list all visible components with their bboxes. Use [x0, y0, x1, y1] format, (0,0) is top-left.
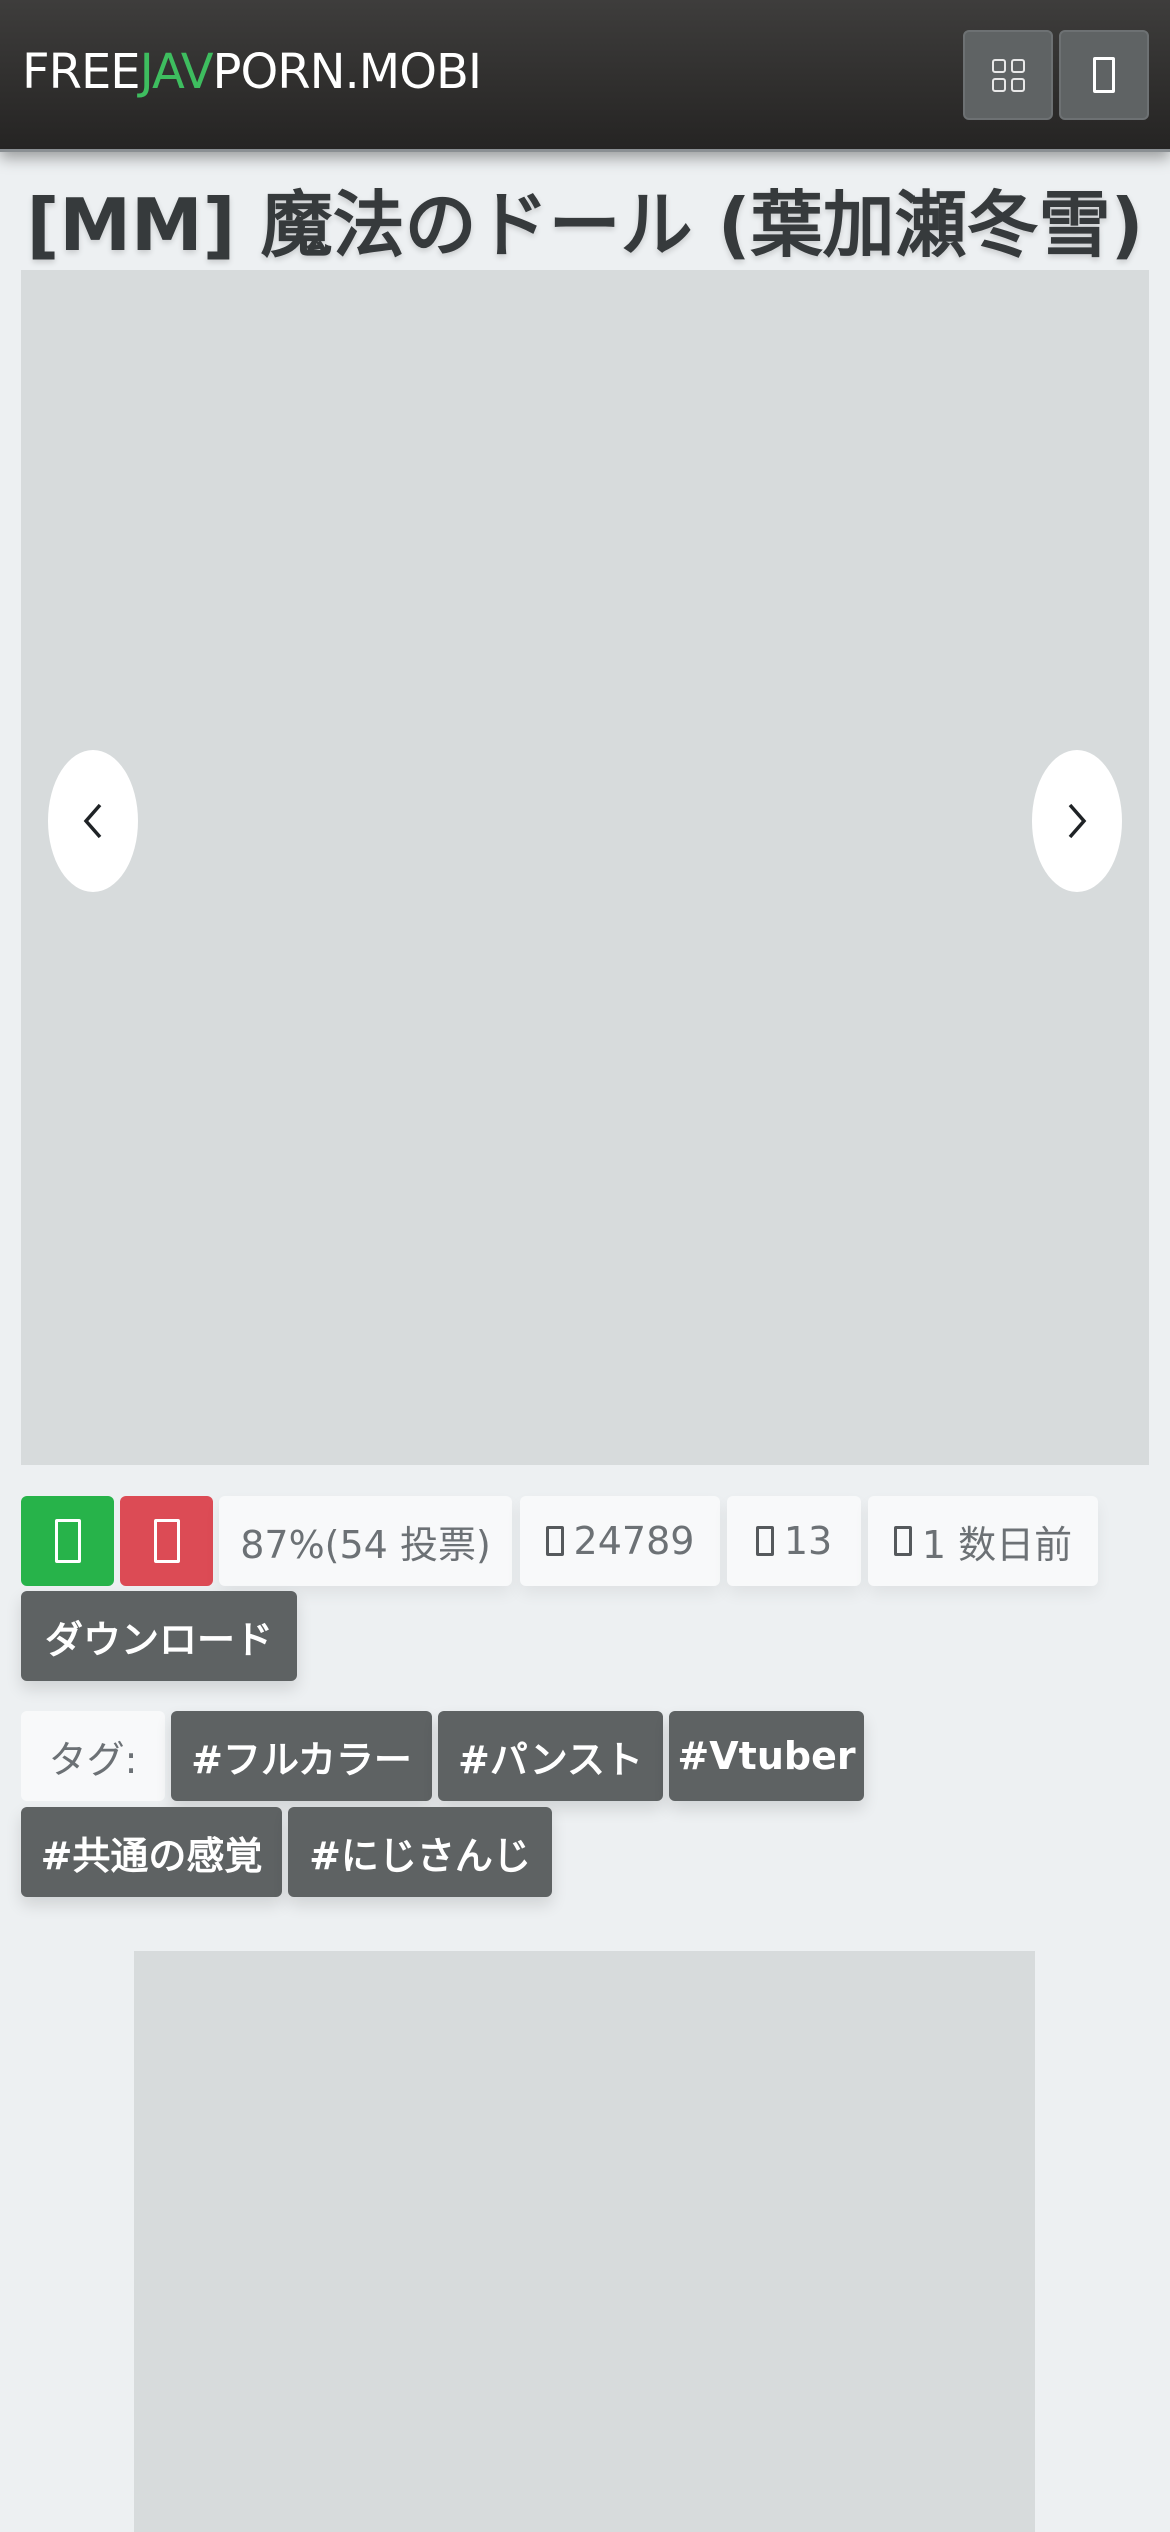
image-icon [755, 1526, 774, 1556]
image-slider[interactable] [21, 270, 1149, 1465]
grid-menu-button[interactable] [963, 30, 1053, 120]
views-count: 24789 [573, 1519, 695, 1563]
dislike-button[interactable] [120, 1496, 213, 1586]
download-button[interactable]: ダウンロード [21, 1591, 297, 1681]
page-title: [MM] 魔法のドール (葉加瀬冬雪) [26, 183, 1144, 267]
date-badge: 1 数日前 [868, 1496, 1098, 1586]
like-button[interactable] [21, 1496, 114, 1586]
logo-text-porn-mobi: PORN.MOBI [212, 44, 483, 100]
chevron-left-icon [83, 803, 102, 839]
logo-text-jav: JAV [139, 44, 214, 100]
tag-full-color[interactable]: #フルカラー [171, 1711, 432, 1801]
logo-text-free: FREE [22, 44, 141, 100]
grid-icon [991, 58, 1025, 92]
tag-nijisanji[interactable]: #にじさんじ [288, 1807, 552, 1897]
tags-label: タグ: [21, 1711, 165, 1801]
site-header: FREEJAVPORN.MOBI [0, 0, 1170, 152]
tag-pantyhose[interactable]: #パンスト [438, 1711, 663, 1801]
pages-count: 13 [783, 1519, 833, 1563]
eye-icon [545, 1526, 564, 1556]
square-icon [1093, 57, 1115, 93]
tag-shared-sense[interactable]: #共通の感覚 [21, 1807, 282, 1897]
slider-next-button[interactable] [1032, 750, 1122, 892]
rating-badge: 87%(54 投票) [219, 1496, 512, 1586]
views-badge: 24789 [520, 1496, 720, 1586]
chevron-right-icon [1068, 803, 1087, 839]
content-image-placeholder [134, 1951, 1035, 2532]
thumbs-up-icon [54, 1519, 81, 1563]
clock-icon [893, 1526, 912, 1556]
site-logo[interactable]: FREEJAVPORN.MOBI [22, 42, 483, 102]
thumbs-down-icon [153, 1519, 180, 1563]
rating-text: 87%(54 投票) [240, 1522, 491, 1567]
slider-prev-button[interactable] [48, 750, 138, 892]
date-text: 1 数日前 [921, 1522, 1073, 1567]
menu-button[interactable] [1059, 30, 1149, 120]
pages-badge: 13 [727, 1496, 861, 1586]
tag-vtuber[interactable]: #Vtuber [669, 1711, 864, 1801]
